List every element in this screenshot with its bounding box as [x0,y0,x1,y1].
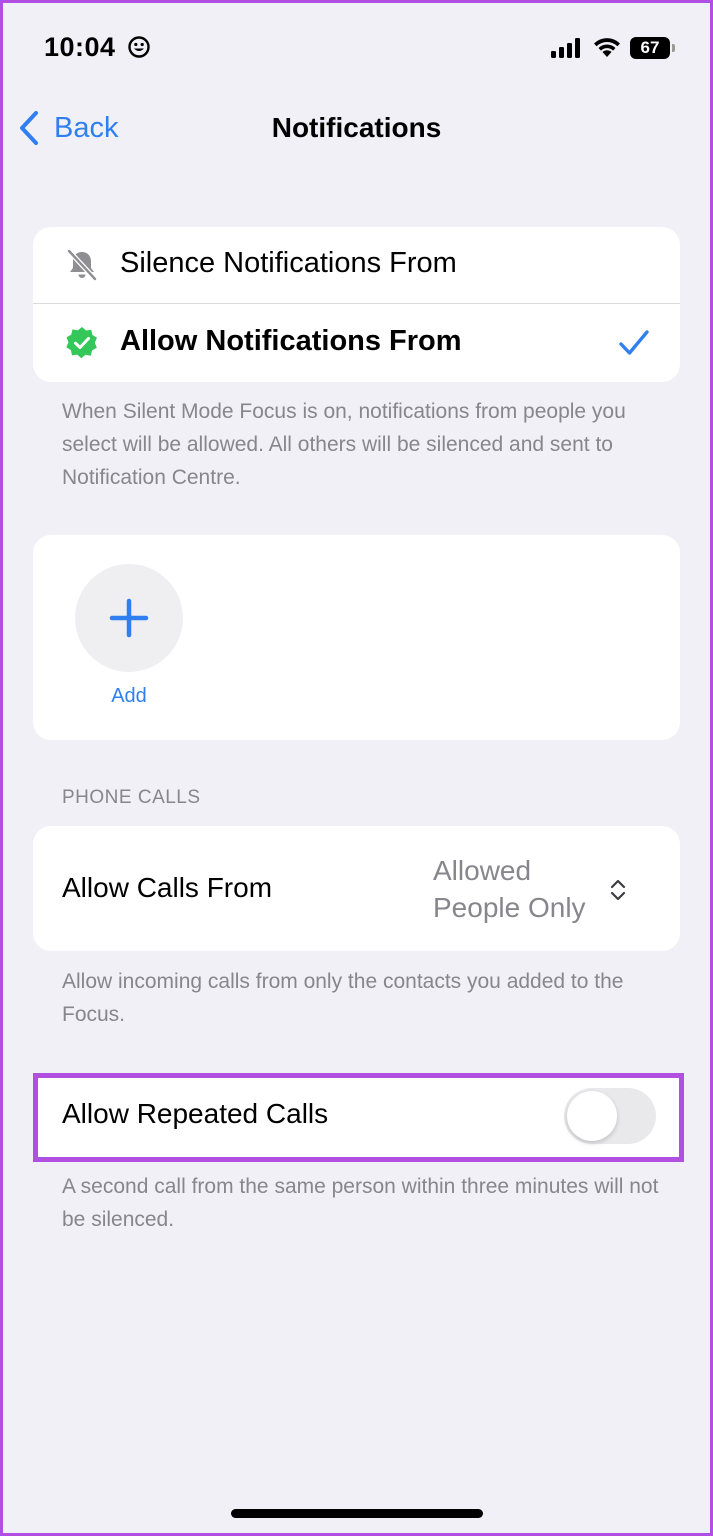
option-label: Silence Notifications From [120,247,457,279]
battery-level: 67 [630,37,670,59]
page-title: Notifications [271,112,442,143]
allow-calls-footnote: Allow incoming calls from only the conta… [62,970,624,1026]
cellular-signal-icon [551,38,580,58]
add-person-button[interactable] [75,564,183,672]
battery-cap [672,44,675,52]
phone-calls-section-header: PHONE CALLS [62,787,201,808]
toggle-knob [567,1091,617,1141]
home-indicator [231,1509,483,1518]
battery-icon: 67 [630,37,676,59]
bell-slash-icon [67,249,97,281]
allow-calls-value-line2: People Only [433,892,586,923]
allow-calls-value-line1: Allowed [433,855,532,886]
allowed-people-card: Add [33,535,680,740]
plus-icon [109,598,149,638]
navigation-bar: Back Notifications [0,100,713,156]
smiley-icon [128,36,150,58]
status-time: 10:04 [44,32,116,62]
option-silence-notifications[interactable]: Silence Notifications From [33,227,680,304]
repeated-calls-footnote: A second call from the same person withi… [62,1175,659,1231]
green-check-badge-icon [66,327,97,359]
status-bar: 10:04 67 [0,0,713,96]
allow-calls-label: Allow Calls From [62,872,273,903]
allow-calls-from-row[interactable]: Allow Calls From Allowed People Only [33,826,680,951]
notification-mode-card: Silence Notifications From Allow Notific… [33,227,680,382]
allow-calls-value[interactable]: Allowed People Only [433,852,613,926]
chevron-up-down-icon [610,879,626,901]
allow-repeated-calls-toggle[interactable] [564,1088,656,1144]
checkmark-icon [619,330,649,355]
option-allow-notifications[interactable]: Allow Notifications From [33,304,680,382]
allow-repeated-calls-label: Allow Repeated Calls [62,1098,329,1129]
option-label: Allow Notifications From [120,325,462,357]
wifi-icon [594,38,620,57]
notification-mode-footnote: When Silent Mode Focus is on, notificati… [62,400,626,489]
allow-repeated-calls-row: Allow Repeated Calls [33,1075,680,1157]
add-person-label[interactable]: Add [75,685,183,708]
